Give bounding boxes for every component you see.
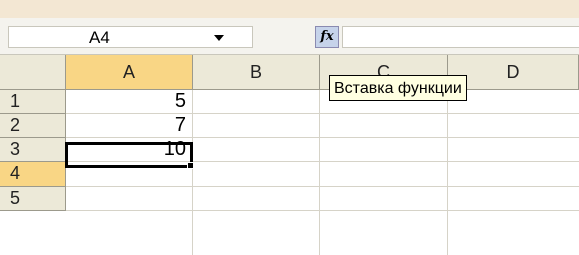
row-header-4[interactable]: 4	[0, 162, 66, 187]
row-header-2[interactable]: 2	[0, 114, 66, 138]
gridline	[447, 90, 448, 255]
name-box[interactable]: A4	[8, 26, 253, 48]
formula-bar: A4 fx	[0, 18, 579, 55]
window-top-band	[0, 0, 579, 18]
row-header-3[interactable]: 3	[0, 138, 66, 162]
column-header-a[interactable]: A	[66, 55, 193, 90]
insert-function-button[interactable]: fx	[315, 26, 339, 48]
row-header-1[interactable]: 1	[0, 90, 66, 114]
name-box-value: A4	[89, 28, 110, 47]
gridline	[319, 90, 320, 255]
cell-a2[interactable]: 7	[66, 114, 192, 138]
tooltip: Вставка функции	[329, 75, 467, 101]
fill-handle[interactable]	[187, 162, 194, 169]
column-header-d[interactable]: D	[448, 55, 579, 90]
gridline	[66, 186, 579, 187]
gridline	[192, 90, 193, 255]
gridline	[66, 210, 579, 211]
formula-input[interactable]	[342, 26, 579, 48]
select-all-corner[interactable]	[0, 55, 66, 90]
cell-a1[interactable]: 5	[66, 90, 192, 114]
row-header-5[interactable]: 5	[0, 187, 66, 211]
column-header-b[interactable]: B	[193, 55, 320, 90]
dropdown-arrow-icon[interactable]	[214, 35, 224, 41]
active-cell-a4[interactable]	[65, 142, 193, 168]
